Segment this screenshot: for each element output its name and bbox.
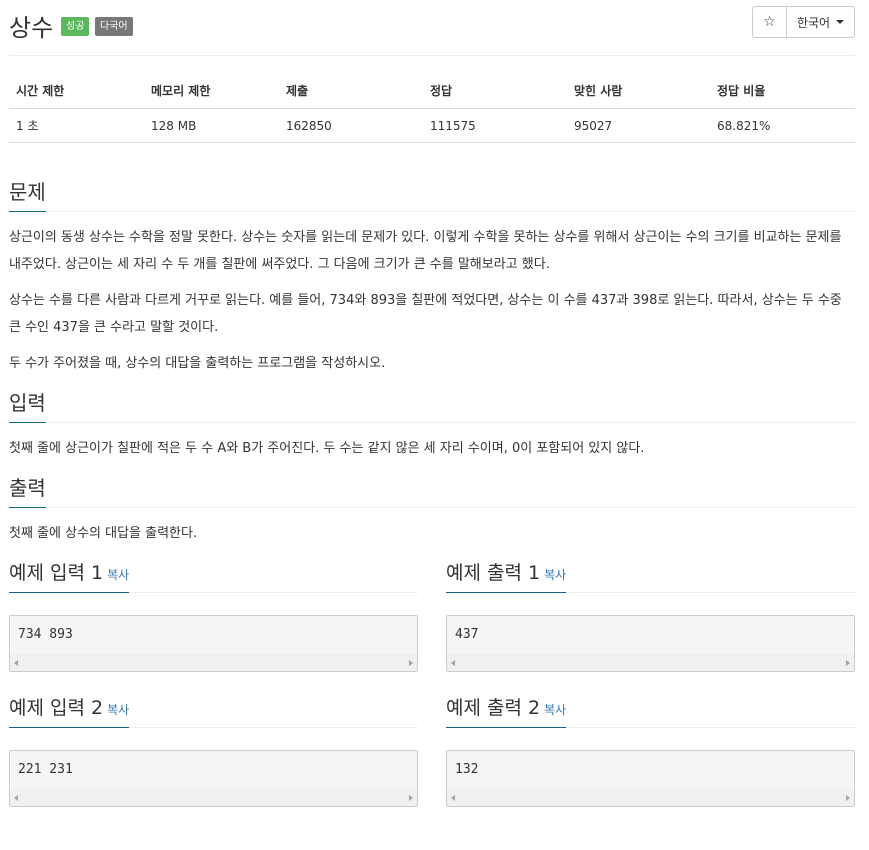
problem-heading: 문제 [9, 176, 46, 212]
sample-output-1-box: 437 [446, 615, 855, 672]
sample-output-1-heading: 예제 출력 1 복사 [446, 558, 567, 593]
output-body: 첫째 줄에 상수의 대답을 출력한다. [9, 508, 855, 547]
info-value-row: 1 초 128 MB 162850 111575 95027 68.821% [9, 108, 855, 143]
problem-paragraph: 상수는 수를 다른 사람과 다르게 거꾸로 읽는다. 예를 들어, 734와 8… [9, 293, 842, 335]
header-memory-limit: 메모리 제한 [144, 78, 279, 109]
output-section: 출력 첫째 줄에 상수의 대답을 출력한다. [9, 471, 855, 547]
caret-down-icon [836, 20, 845, 24]
problem-paragraph: 두 수가 주어졌을 때, 상수의 대답을 출력하는 프로그램을 작성하시오. [9, 356, 386, 371]
sample-input-2-heading: 예제 입력 2 복사 [9, 693, 130, 728]
header-solved-users: 맞힌 사람 [567, 78, 710, 109]
sample-input-2-title: 예제 입력 2 [9, 697, 104, 719]
sample-input-1-heading-wrap: 예제 입력 1 복사 [9, 557, 418, 593]
scroll-right-icon[interactable] [409, 659, 413, 666]
sample-input-2-content: 221 231 [18, 762, 73, 777]
problem-section: 문제 상근이의 동생 상수는 수학을 정말 못한다. 상수는 숫자를 읽는데 문… [9, 175, 855, 377]
output-heading-wrap: 출력 [9, 471, 855, 508]
samples-row-2: 예제 입력 2 복사 221 231 예제 출력 2 복사 132 [9, 692, 855, 807]
horizontal-scrollbar[interactable] [447, 789, 854, 806]
copy-button[interactable]: 복사 [107, 703, 129, 717]
value-accept-ratio: 68.821% [710, 108, 855, 143]
sample-input-1-box: 734 893 [9, 615, 418, 672]
sample-output-2-box: 132 [446, 750, 855, 807]
header-accepted: 정답 [423, 78, 567, 109]
sample-output-1-heading-wrap: 예제 출력 1 복사 [446, 557, 855, 593]
output-heading: 출력 [9, 472, 46, 508]
star-button[interactable]: ☆ [752, 6, 787, 38]
input-section: 입력 첫째 줄에 상근이가 칠판에 적은 두 수 A와 B가 주어진다. 두 수… [9, 386, 855, 462]
value-memory-limit: 128 MB [144, 108, 279, 143]
sample-output-2-title: 예제 출력 2 [446, 697, 541, 719]
copy-button[interactable]: 복사 [544, 703, 566, 717]
horizontal-scrollbar[interactable] [447, 654, 854, 671]
info-header-row: 시간 제한 메모리 제한 제출 정답 맞힌 사람 정답 비율 [9, 78, 855, 109]
language-dropdown[interactable]: 한국어 [787, 6, 855, 38]
sample-input-2: 예제 입력 2 복사 221 231 [9, 692, 418, 807]
samples-row-1: 예제 입력 1 복사 734 893 예제 출력 1 복사 437 [9, 557, 855, 672]
star-icon: ☆ [763, 14, 776, 30]
sample-input-1: 예제 입력 1 복사 734 893 [9, 557, 418, 672]
sample-input-1-heading: 예제 입력 1 복사 [9, 558, 130, 593]
language-label: 한국어 [796, 15, 831, 30]
scroll-right-icon[interactable] [846, 659, 850, 666]
header-actions: ☆ 한국어 [752, 6, 855, 38]
sample-output-1-content: 437 [455, 627, 479, 642]
sample-output-2: 예제 출력 2 복사 132 [446, 692, 855, 807]
sample-input-1-content: 734 893 [18, 627, 73, 642]
header-time-limit: 시간 제한 [9, 78, 144, 109]
sample-input-1-title: 예제 입력 1 [9, 562, 104, 584]
sample-input-2-box: 221 231 [9, 750, 418, 807]
header-submissions: 제출 [279, 78, 423, 109]
status-badge-success: 성공 [61, 17, 90, 36]
value-solved-users[interactable]: 95027 [567, 108, 710, 143]
status-badge-multilang: 다국어 [95, 17, 133, 36]
horizontal-scrollbar[interactable] [10, 789, 417, 806]
input-heading: 입력 [9, 387, 46, 423]
page-title: 상수 [9, 14, 54, 42]
scroll-left-icon[interactable] [451, 794, 455, 801]
sample-output-2-content: 132 [455, 762, 479, 777]
sample-output-2-heading-wrap: 예제 출력 2 복사 [446, 692, 855, 728]
scroll-right-icon[interactable] [409, 794, 413, 801]
sample-output-2-heading: 예제 출력 2 복사 [446, 693, 567, 728]
sample-output-1: 예제 출력 1 복사 437 [446, 557, 855, 672]
scroll-left-icon[interactable] [14, 794, 18, 801]
input-description: 첫째 줄에 상근이가 칠판에 적은 두 수 A와 B가 주어진다. 두 수는 같… [9, 441, 645, 456]
problem-paragraph: 상근이의 동생 상수는 수학을 정말 못한다. 상수는 숫자를 읽는데 문제가 … [9, 230, 842, 272]
scroll-left-icon[interactable] [451, 659, 455, 666]
page-header: 상수 성공 다국어 ☆ 한국어 [9, 0, 855, 56]
copy-button[interactable]: 복사 [544, 568, 566, 582]
copy-button[interactable]: 복사 [107, 568, 129, 582]
problem-heading-wrap: 문제 [9, 175, 855, 212]
problem-page: 상수 성공 다국어 ☆ 한국어 시간 제한 메모리 제한 제출 정답 맞힌 사람… [0, 0, 869, 850]
header-accept-ratio: 정답 비율 [710, 78, 855, 109]
value-submissions[interactable]: 162850 [279, 108, 423, 143]
problem-body: 상근이의 동생 상수는 수학을 정말 못한다. 상수는 숫자를 읽는데 문제가 … [9, 212, 855, 377]
value-accepted[interactable]: 111575 [423, 108, 567, 143]
input-body: 첫째 줄에 상근이가 칠판에 적은 두 수 A와 B가 주어진다. 두 수는 같… [9, 423, 855, 462]
sample-output-1-title: 예제 출력 1 [446, 562, 541, 584]
output-description: 첫째 줄에 상수의 대답을 출력한다. [9, 526, 198, 541]
horizontal-scrollbar[interactable] [10, 654, 417, 671]
value-time-limit: 1 초 [9, 108, 144, 143]
scroll-right-icon[interactable] [846, 794, 850, 801]
input-heading-wrap: 입력 [9, 386, 855, 423]
problem-info-table: 시간 제한 메모리 제한 제출 정답 맞힌 사람 정답 비율 1 초 128 M… [9, 78, 855, 143]
scroll-left-icon[interactable] [14, 659, 18, 666]
sample-input-2-heading-wrap: 예제 입력 2 복사 [9, 692, 418, 728]
